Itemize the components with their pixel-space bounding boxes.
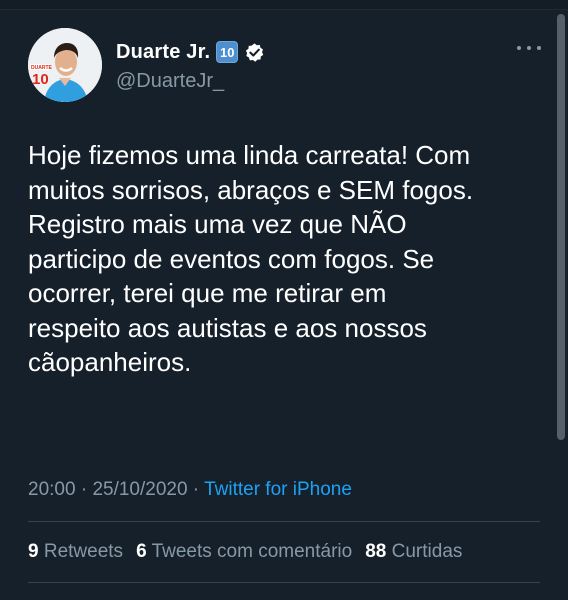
tweet-line: ocorrer, terei que me retirar em xyxy=(28,278,387,308)
likes-stat[interactable]: 88 Curtidas xyxy=(365,541,462,563)
meta-separator: · xyxy=(187,479,205,500)
more-dot xyxy=(527,46,531,50)
more-dot xyxy=(517,46,521,50)
quotes-stat[interactable]: 6 Tweets com comentário xyxy=(136,541,352,563)
tweet-date[interactable]: 25/10/2020 xyxy=(92,479,187,500)
likes-label: Curtidas xyxy=(391,541,463,562)
tweet-text: Hoje fizemos uma linda carreata! Com mui… xyxy=(28,138,548,380)
top-edge xyxy=(0,0,568,10)
tweet-line: participo de eventos com fogos. Se xyxy=(28,243,435,274)
retweets-count: 9 xyxy=(28,541,39,562)
avatar-number-text: 10 xyxy=(32,71,49,88)
tweet-meta: 20:00 · 25/10/2020 · Twitter for iPhone xyxy=(28,479,352,501)
author-handle[interactable]: @DuarteJr_ xyxy=(116,70,224,93)
author-name[interactable]: Duarte Jr. xyxy=(116,41,210,64)
likes-count: 88 xyxy=(365,541,387,562)
quotes-label: Tweets com comentário xyxy=(151,541,353,562)
more-options-icon[interactable] xyxy=(517,38,541,58)
divider-bottom xyxy=(28,582,540,583)
tweet-line: muitos sorrisos, abraços e SEM fogos. xyxy=(28,174,474,205)
quotes-count: 6 xyxy=(136,541,147,562)
more-dot xyxy=(537,46,541,50)
tweet-line: Hoje fizemos uma linda carreata! Com xyxy=(28,140,471,170)
tweet-line: Registro mais uma vez que NÃO xyxy=(28,209,407,239)
tweet-line: cãopanheiros. xyxy=(28,347,192,377)
tweet-time[interactable]: 20:00 xyxy=(28,479,76,500)
verified-icon xyxy=(246,42,264,62)
tweet-line: respeito aos autistas e aos nossos xyxy=(28,312,427,343)
divider-top xyxy=(28,521,540,522)
author-name-row[interactable]: Duarte Jr. 10 xyxy=(116,38,265,66)
retweets-label: Retweets xyxy=(43,541,124,562)
avatar-image: DUARTE 10 xyxy=(28,28,102,102)
keycap-ten-icon: 10 xyxy=(216,41,239,63)
scrollbar[interactable] xyxy=(557,14,565,440)
avatar[interactable]: DUARTE 10 xyxy=(28,28,102,102)
retweets-stat[interactable]: 9 Retweets xyxy=(28,541,123,563)
tweet-source-link[interactable]: Twitter for iPhone xyxy=(204,479,352,500)
meta-separator: · xyxy=(75,479,93,500)
tweet-stats: 9 Retweets 6 Tweets com comentário 88 Cu… xyxy=(28,541,462,563)
